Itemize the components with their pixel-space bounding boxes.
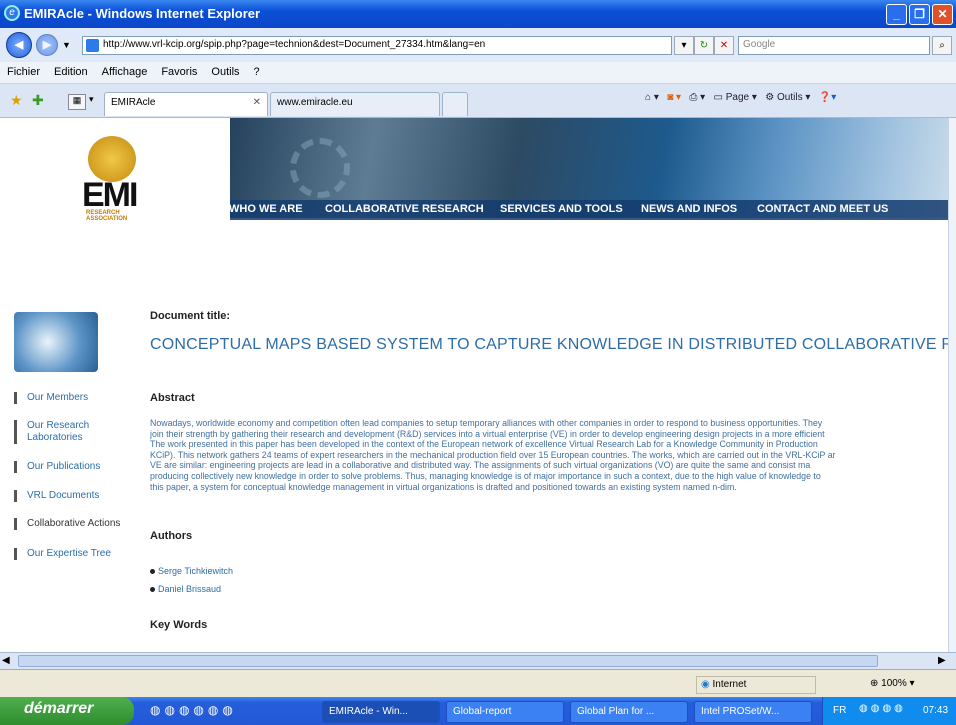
url-dropdown-button[interactable]: ▾ (674, 36, 694, 55)
keywords-heading: Key Words (150, 619, 208, 631)
menu-edition[interactable]: Edition (47, 62, 95, 82)
menu-bar: Fichier Edition Affichage Favoris Outils? (0, 62, 956, 84)
stop-button[interactable]: ✕ (714, 36, 734, 55)
refresh-button[interactable]: ↻ (694, 36, 714, 55)
search-icon[interactable]: ⌕ (932, 36, 952, 55)
maximize-button[interactable]: ❐ (909, 4, 930, 25)
abstract-heading: Abstract (150, 392, 195, 404)
status-bar: ◉ Internet ⊕ 100% ▾ (0, 669, 956, 697)
horizontal-scrollbar[interactable]: ◀ ▶ (0, 652, 956, 669)
menu-fichier[interactable]: Fichier (0, 62, 47, 82)
vertical-scrollbar[interactable] (948, 118, 956, 652)
sidebar-item-collaborative-actions[interactable]: Collaborative Actions (14, 518, 120, 530)
menu-outils[interactable]: Outils (204, 62, 246, 82)
history-dropdown-icon[interactable]: ▼ (62, 40, 71, 50)
task-global-report[interactable]: Global-report (446, 701, 564, 723)
tab-emiracle[interactable]: EMIRAcle ✕ (104, 92, 268, 116)
quick-tabs-icon[interactable]: ▦ (68, 94, 86, 110)
document-title: CONCEPTUAL MAPS BASED SYSTEM TO CAPTURE … (150, 336, 948, 353)
favorites-star-icon[interactable]: ★ (10, 92, 23, 109)
page-favicon-icon (86, 39, 99, 52)
nav-who-we-are[interactable]: WHO WE ARE (229, 203, 303, 215)
close-button[interactable]: ✕ (932, 4, 953, 25)
menu-affichage[interactable]: Affichage (95, 62, 155, 82)
home-icon[interactable]: ⌂ ▾ (645, 92, 659, 103)
emi-logo[interactable]: EMI RESEARCH ASSOCIATION (78, 136, 146, 226)
system-tray: FR ◍◍◍◍ 07:43 (822, 697, 956, 725)
new-tab-button[interactable] (442, 92, 468, 116)
add-favorites-icon[interactable]: ✚ (32, 92, 44, 109)
scroll-right-icon[interactable]: ▶ (938, 655, 946, 666)
sidebar-item-research-labs[interactable]: Our Research Laboratories (14, 420, 89, 444)
start-button[interactable]: démarrer (0, 697, 134, 725)
authors-heading: Authors (150, 530, 193, 542)
address-toolbar: ◀ ▶ ▼ http://www.vrl-kcip.org/spip.php?p… (0, 28, 956, 62)
sidebar-item-members[interactable]: Our Members (14, 392, 88, 404)
task-global-plan[interactable]: Global Plan for ... (570, 701, 688, 723)
menu-help[interactable]: ? (247, 62, 267, 82)
tray-icons[interactable]: ◍◍◍◍ (859, 703, 906, 714)
scroll-thumb[interactable] (18, 655, 878, 667)
search-input[interactable]: Google (738, 36, 930, 55)
nav-collaborative-research[interactable]: COLLABORATIVE RESEARCH (325, 203, 484, 215)
nav-services-and-tools[interactable]: SERVICES AND TOOLS (500, 203, 623, 215)
window-titlebar: e EMIRAcle - Windows Internet Explorer _… (0, 0, 956, 28)
page-menu-button[interactable]: ▭ Page ▾ (714, 92, 757, 103)
nav-contact-and-meet-us[interactable]: CONTACT AND MEET US (757, 203, 888, 215)
globe-zone-icon: ◉ (701, 679, 710, 690)
tools-menu-button[interactable]: ⚙ Outils ▾ (765, 92, 810, 103)
command-bar: ⌂ ▾ ◙ ▾ ⎙ ▾ ▭ Page ▾ ⚙ Outils ▾ ❓▾ (645, 92, 836, 103)
forward-button[interactable]: ▶ (36, 34, 58, 56)
window-title: EMIRAcle - Windows Internet Explorer (24, 6, 261, 21)
back-button[interactable]: ◀ (6, 32, 32, 58)
sidebar-item-vrl-documents[interactable]: VRL Documents (14, 490, 99, 502)
task-intel-proset[interactable]: Intel PROSet/W... (694, 701, 812, 723)
quick-launch-icons[interactable]: ◍◍◍◍◍◍ (150, 703, 237, 717)
gear-icon (290, 138, 350, 198)
nav-news-and-infos[interactable]: NEWS AND INFOS (641, 203, 737, 215)
sidebar-item-expertise-tree[interactable]: Our Expertise Tree (14, 548, 111, 560)
zone-indicator: ◉ Internet (696, 676, 816, 694)
clock: 07:43 (923, 705, 949, 716)
web-page: EMI RESEARCH ASSOCIATION WHO WE ARE COLL… (0, 118, 948, 652)
tab-bar: ★ ✚ ▦ ▾ EMIRAcle ✕ www.emiracle.eu ⌂ ▾ ◙ … (0, 84, 956, 118)
document-title-label: Document title: (150, 310, 231, 322)
url-field[interactable]: http://www.vrl-kcip.org/spip.php?page=te… (82, 36, 672, 55)
ie-logo-icon: e (4, 5, 20, 21)
minimize-button[interactable]: _ (886, 4, 907, 25)
language-indicator[interactable]: FR (833, 705, 846, 716)
feeds-icon[interactable]: ◙ ▾ (667, 92, 681, 103)
task-emiracle[interactable]: EMIRAcle - Win... (322, 701, 440, 723)
help-icon[interactable]: ❓▾ (819, 92, 836, 103)
tab-www-emiracle[interactable]: www.emiracle.eu (270, 92, 440, 116)
zoom-control[interactable]: ⊕ 100% ▾ (866, 676, 954, 694)
compass-image (14, 312, 98, 372)
close-tab-icon[interactable]: ✕ (253, 97, 261, 108)
author-link[interactable]: Daniel Brissaud (149, 584, 221, 594)
sidebar-item-publications[interactable]: Our Publications (14, 461, 100, 473)
scroll-left-icon[interactable]: ◀ (2, 655, 10, 666)
menu-favoris[interactable]: Favoris (154, 62, 204, 82)
abstract-text: Nowadays, worldwide economy and competit… (150, 418, 836, 492)
logo-subtext: RESEARCH ASSOCIATION (86, 210, 128, 222)
tab-list-dropdown-icon[interactable]: ▾ (89, 94, 94, 105)
author-link[interactable]: Serge Tichkiewitch (149, 566, 233, 576)
taskbar: démarrer ◍◍◍◍◍◍ EMIRAcle - Win... Global… (0, 697, 956, 725)
print-icon[interactable]: ⎙ ▾ (689, 92, 705, 103)
